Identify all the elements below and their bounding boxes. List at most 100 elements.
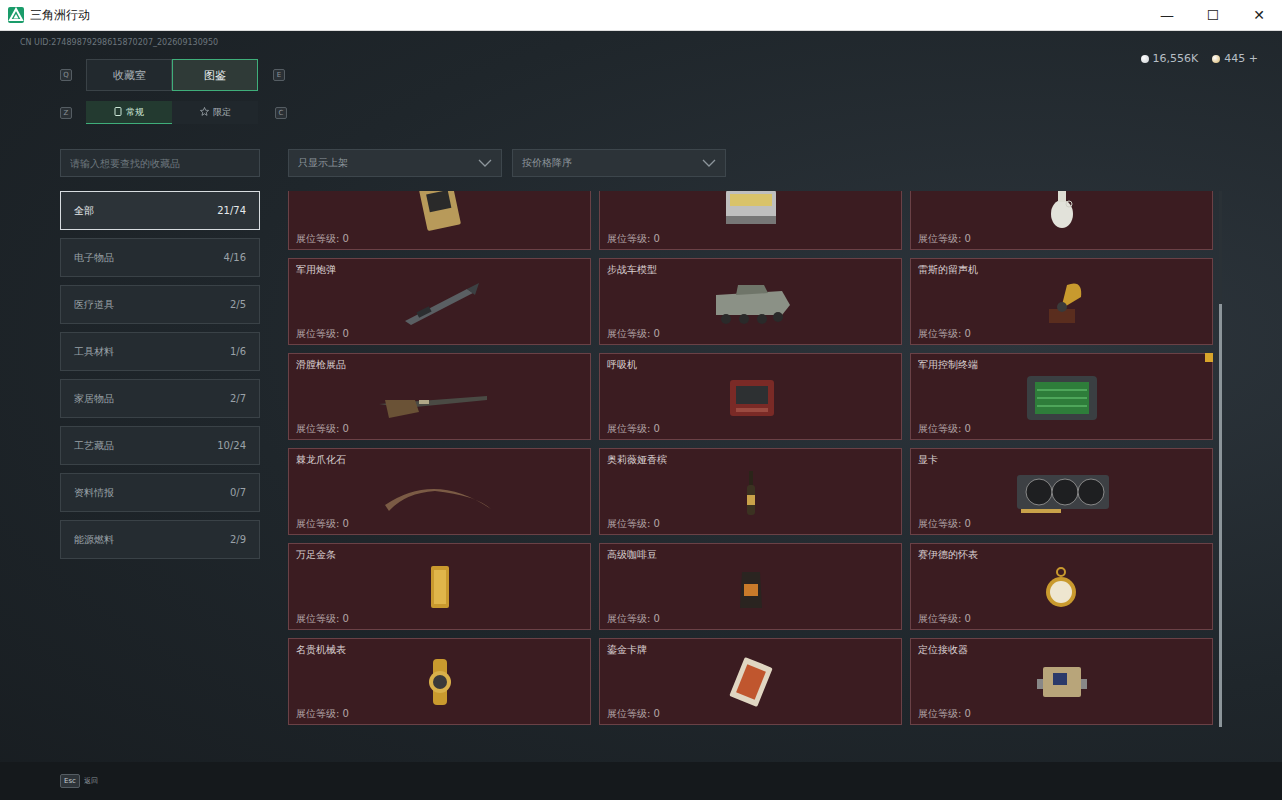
sidebar-item[interactable]: 全部 21/74 (60, 191, 260, 230)
filter-dropdown[interactable]: 只显示上架 (288, 149, 502, 177)
sidebar-item[interactable]: 工艺藏品10/24 (60, 426, 260, 465)
category-count: 1/6 (230, 346, 246, 357)
maximize-button[interactable]: ☐ (1190, 7, 1236, 23)
sidebar-item[interactable]: 能源燃料 2/9 (60, 520, 260, 559)
item-card[interactable]: 定位接收器展位等级: 0 (910, 638, 1213, 725)
item-card[interactable]: 鎏金卡牌展位等级: 0 (599, 638, 902, 725)
dropdown-label: 按价格降序 (522, 156, 572, 170)
game-screen: CN UID:27489879298615870207_202609130950… (0, 31, 1282, 800)
item-card[interactable]: 名贵机械表展位等级: 0 (288, 638, 591, 725)
tab-label: 收藏室 (113, 68, 146, 83)
item-level: 展位等级: 0 (296, 232, 583, 246)
item-image-icon (607, 562, 894, 612)
currency[interactable]: 445 + (1212, 52, 1258, 65)
item-card[interactable]: 赛伊德的怀表展位等级: 0 (910, 543, 1213, 630)
item-level: 展位等级: 0 (918, 612, 1205, 626)
item-card[interactable]: 棘龙爪化石展位等级: 0 (288, 448, 591, 535)
item-image-icon (918, 191, 1205, 232)
close-button[interactable]: ✕ (1236, 7, 1282, 23)
category-count: 2/5 (230, 299, 246, 310)
category-label: 能源燃料 (74, 533, 114, 547)
search-input[interactable] (60, 149, 260, 177)
currency-value: 16,556K (1153, 52, 1199, 65)
back-label[interactable]: 返回 (84, 776, 98, 786)
item-level: 展位等级: 0 (918, 707, 1205, 721)
item-level: 展位等级: 0 (918, 327, 1205, 341)
currency-value: 445 + (1224, 52, 1258, 65)
item-name: 棘龙爪化石 (296, 453, 583, 467)
category-label: 电子物品 (74, 251, 114, 265)
item-level: 展位等级: 0 (607, 232, 894, 246)
category-label: 医疗道具 (74, 298, 114, 312)
item-level: 展位等级: 0 (607, 422, 894, 436)
dropdown-label: 只显示上架 (298, 156, 348, 170)
tab-label: 限定 (213, 106, 231, 119)
item-image-icon (918, 562, 1205, 612)
category-label: 家居物品 (74, 392, 114, 406)
item-image-icon (607, 277, 894, 327)
item-card[interactable]: 展位等级: 0 (910, 191, 1213, 250)
main-tabs: Q收藏室图鉴E (60, 59, 287, 91)
filter-dropdown[interactable]: 按价格降序 (512, 149, 726, 177)
item-level: 展位等级: 0 (296, 327, 583, 341)
coin-icon (1212, 55, 1220, 63)
tab[interactable]: 图鉴 (172, 59, 258, 91)
currency: 16,556K (1141, 52, 1199, 65)
item-card[interactable]: 步战车模型展位等级: 0 (599, 258, 902, 345)
tab[interactable]: 限定 (172, 101, 258, 124)
tab[interactable]: 收藏室 (86, 59, 172, 91)
category-count: 21/74 (217, 205, 246, 216)
next-key-hint: C (275, 107, 287, 119)
item-image-icon (918, 467, 1205, 517)
minimize-button[interactable]: — (1144, 7, 1190, 23)
item-card[interactable]: 奥莉薇娅香槟展位等级: 0 (599, 448, 902, 535)
esc-key[interactable]: Esc (60, 774, 80, 788)
sidebar-item[interactable]: 医疗道具 2/5 (60, 285, 260, 324)
item-card[interactable]: 军用控制终端展位等级: 0 (910, 353, 1213, 440)
category-label: 工具材料 (74, 345, 114, 359)
item-name: 步战车模型 (607, 263, 894, 277)
scrollbar-track[interactable] (1219, 191, 1222, 727)
category-label: 全部 (74, 204, 94, 218)
item-image-icon (296, 562, 583, 612)
sidebar-item[interactable]: 电子物品4/16 (60, 238, 260, 277)
item-card[interactable]: 显卡展位等级: 0 (910, 448, 1213, 535)
scrollbar-thumb[interactable] (1219, 304, 1222, 727)
sidebar-item[interactable]: 工具材料 1/6 (60, 332, 260, 371)
collection-grid: 展位等级: 0展位等级: 0展位等级: 0军用炮弹展位等级: 0步战车模型展位等… (288, 191, 1213, 727)
item-level: 展位等级: 0 (607, 327, 894, 341)
item-card[interactable]: 滑膛枪展品展位等级: 0 (288, 353, 591, 440)
category-label: 资料情报 (74, 486, 114, 500)
filter-row: 只显示上架 按价格降序 (0, 124, 1282, 177)
category-count: 2/9 (230, 534, 246, 545)
item-card[interactable]: 雷斯的留声机展位等级: 0 (910, 258, 1213, 345)
uid-label: CN UID:27489879298615870207_202609130950 (0, 31, 1282, 49)
item-level: 展位等级: 0 (296, 422, 583, 436)
sidebar-item[interactable]: 家居物品2/7 (60, 379, 260, 418)
item-name: 显卡 (918, 453, 1205, 467)
title-bar: 三角洲行动—☐✕ (0, 0, 1282, 31)
item-card[interactable]: 万足金条展位等级: 0 (288, 543, 591, 630)
item-card[interactable]: 军用炮弹展位等级: 0 (288, 258, 591, 345)
item-level: 展位等级: 0 (607, 612, 894, 626)
item-card[interactable]: 呼吸机展位等级: 0 (599, 353, 902, 440)
item-name: 呼吸机 (607, 358, 894, 372)
content: 全部 21/74 电子物品4/16 医疗道具 2/5 工具材料 1/6 家居物品2/7 工艺藏品… (0, 177, 1282, 727)
star-icon (200, 107, 209, 118)
tab-label: 图鉴 (204, 68, 226, 83)
item-card[interactable]: 展位等级: 0 (599, 191, 902, 250)
item-level: 展位等级: 0 (918, 422, 1205, 436)
item-card[interactable]: 高级咖啡豆展位等级: 0 (599, 543, 902, 630)
item-card[interactable]: 展位等级: 0 (288, 191, 591, 250)
sidebar-item[interactable]: 资料情报0/7 (60, 473, 260, 512)
item-name: 奥莉薇娅香槟 (607, 453, 894, 467)
item-name: 滑膛枪展品 (296, 358, 583, 372)
item-grid: 展位等级: 0展位等级: 0展位等级: 0军用炮弹展位等级: 0步战车模型展位等… (288, 191, 1213, 725)
flag-badge (1205, 353, 1213, 362)
header: Q收藏室图鉴EZ常规限定C16,556K445 + (0, 49, 1282, 124)
tab[interactable]: 常规 (86, 101, 172, 124)
item-image-icon (607, 191, 894, 232)
item-name: 名贵机械表 (296, 643, 583, 657)
item-image-icon (296, 372, 583, 422)
item-name: 定位接收器 (918, 643, 1205, 657)
